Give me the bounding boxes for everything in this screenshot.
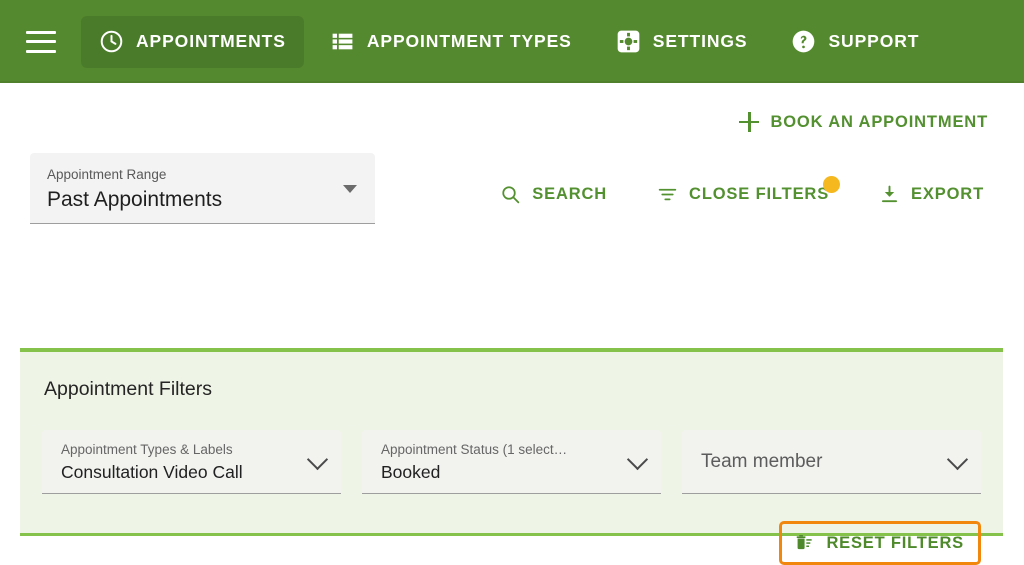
appointment-range-select[interactable]: Appointment Range Past Appointments: [30, 153, 375, 224]
main-content: BOOK AN APPOINTMENT Appointment Range Pa…: [0, 83, 1024, 565]
filter-label: Appointment Types & Labels: [61, 441, 233, 457]
filter-placeholder: Team member: [701, 450, 823, 472]
filter-list-icon: [658, 188, 677, 201]
nav-item-label: SETTINGS: [652, 30, 748, 51]
hamburger-line: [26, 40, 56, 43]
nav-item-settings[interactable]: SETTINGS: [598, 16, 766, 68]
filter-panel-title: Appointment Filters: [44, 378, 212, 400]
nav-item-appointment-types[interactable]: APPOINTMENT TYPES: [312, 16, 590, 68]
filter-value: Booked: [381, 462, 441, 483]
nav-item-label: APPOINTMENT TYPES: [366, 30, 572, 51]
plus-icon: [739, 112, 760, 132]
nav-item-appointments[interactable]: APPOINTMENTS: [81, 15, 304, 68]
appointment-range-label: Appointment Range: [47, 167, 167, 182]
book-appointment-button[interactable]: BOOK AN APPOINTMENT: [733, 107, 994, 137]
export-label: EXPORT: [911, 185, 984, 204]
appointment-status-select[interactable]: Appointment Status (1 select… Booked: [362, 429, 661, 494]
toolbar-actions: SEARCH CLOSE FILTERS EXPORT: [494, 153, 990, 210]
reset-filters-row: RESET FILTERS: [20, 494, 1003, 565]
delete-sweep-icon: [797, 534, 813, 549]
close-filters-button[interactable]: CLOSE FILTERS: [651, 176, 841, 210]
filters-row: Appointment Types & Labels Consultation …: [20, 400, 1003, 494]
clock-icon: [100, 30, 123, 53]
help-circle-icon: [793, 30, 815, 53]
book-appointment-label: BOOK AN APPOINTMENT: [770, 112, 988, 131]
appointment-filters-panel: Appointment Filters Appointment Types & …: [20, 348, 1003, 565]
nav-item-label: APPOINTMENTS: [136, 30, 286, 51]
filters-active-badge: [823, 176, 841, 193]
filter-label: Appointment Status (1 select…: [381, 441, 568, 457]
hamburger-menu-icon[interactable]: [26, 30, 56, 53]
team-member-select[interactable]: Team member: [682, 429, 981, 494]
reset-filters-button[interactable]: RESET FILTERS: [779, 520, 981, 565]
filter-value: Consultation Video Call: [61, 462, 243, 483]
reset-filters-label: RESET FILTERS: [826, 533, 964, 552]
search-icon: [502, 186, 520, 204]
appointment-types-labels-select[interactable]: Appointment Types & Labels Consultation …: [42, 429, 341, 494]
gear-icon: [617, 30, 640, 53]
toolbar-row: Appointment Range Past Appointments SEAR…: [0, 137, 1024, 224]
search-label: SEARCH: [532, 185, 608, 204]
close-filters-label: CLOSE FILTERS: [689, 185, 830, 204]
download-icon: [882, 185, 898, 203]
hamburger-line: [26, 49, 56, 53]
export-button[interactable]: EXPORT: [873, 179, 990, 210]
search-button[interactable]: SEARCH: [494, 179, 613, 210]
chevron-down-icon[interactable]: [946, 449, 969, 471]
list-icon: [332, 33, 353, 50]
book-appointment-row: BOOK AN APPOINTMENT: [0, 83, 1024, 137]
top-navigation-bar: APPOINTMENTS APPOINTMENT TYPES SETTINGS: [0, 0, 1024, 83]
nav-item-support[interactable]: SUPPORT: [773, 16, 937, 68]
appointment-range-value: Past Appointments: [47, 187, 223, 211]
nav-item-label: SUPPORT: [828, 30, 920, 51]
caret-down-icon[interactable]: [343, 184, 357, 193]
hamburger-line: [26, 30, 56, 34]
